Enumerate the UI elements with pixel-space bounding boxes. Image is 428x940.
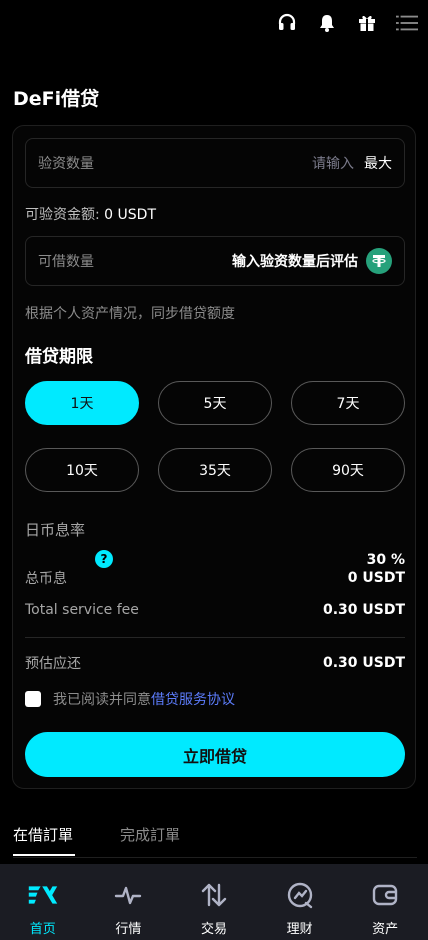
daily-rate-label: 日币息率 ? — [25, 518, 113, 568]
agreement-text: 我已阅读并同意 — [53, 692, 151, 708]
nav-finance-label: 理财 — [286, 922, 313, 937]
agreement-link[interactable]: 借贷服务协议 — [151, 689, 235, 709]
service-fee-row: Total service fee 0.30 USDT — [25, 602, 405, 618]
daily-rate-value: 30 % — [366, 552, 405, 568]
gift-icon[interactable] — [356, 12, 378, 34]
term-option-90d[interactable]: 90天 — [291, 448, 405, 492]
home-logo-icon — [28, 880, 58, 910]
service-fee-value: 0.30 USDT — [322, 602, 405, 618]
service-fee-label: Total service fee — [25, 602, 139, 618]
term-option-35d[interactable]: 35天 — [158, 448, 272, 492]
active-tab-indicator — [13, 854, 75, 856]
headset-icon[interactable] — [276, 12, 298, 34]
collateral-label: 验资数量 — [38, 156, 94, 172]
max-button[interactable]: 最大 — [364, 153, 392, 173]
daily-rate-row: 日币息率 ? 30 % — [25, 518, 405, 568]
borrow-now-button[interactable]: 立即借贷 — [25, 732, 405, 777]
limit-note: 根据个人资产情况，同步借贷额度 — [25, 306, 235, 322]
page-title: DeFi借贷 — [13, 88, 100, 110]
order-tabs: 在借訂單 完成訂單 — [13, 824, 417, 858]
nav-home[interactable]: 首页 — [0, 864, 86, 940]
nav-finance[interactable]: 理财 — [257, 864, 343, 940]
tether-icon — [366, 248, 392, 274]
agreement-row: 我已阅读并同意 借贷服务协议 — [25, 689, 235, 709]
available-value: 0 USDT — [104, 207, 156, 223]
available-label: 可验资金额: — [25, 207, 100, 223]
swap-arrows-icon — [199, 880, 229, 910]
estimated-repay-label: 预估应还 — [25, 656, 81, 672]
estimated-repay-row: 预估应还 0.30 USDT — [25, 653, 405, 673]
top-action-bar — [276, 8, 418, 38]
term-option-10d[interactable]: 10天 — [25, 448, 139, 492]
tab-active-orders[interactable]: 在借訂單 — [13, 824, 73, 845]
divider — [25, 637, 405, 638]
total-interest-row: 总币息 0 USDT — [25, 568, 405, 588]
borrow-amount-field: 可借数量 输入验资数量后评估 — [25, 236, 405, 286]
pulse-icon — [113, 880, 143, 910]
collateral-input[interactable]: 验资数量 请输入 最大 — [25, 138, 405, 188]
term-option-5d[interactable]: 5天 — [158, 381, 272, 425]
daily-rate-label-text: 日币息率 — [25, 521, 86, 539]
loan-form-card: 验资数量 请输入 最大 可验资金额: 0 USDT 可借数量 输入验资数量后评估… — [12, 125, 416, 789]
bell-icon[interactable] — [316, 12, 338, 34]
nav-assets-label: 资产 — [372, 922, 399, 937]
borrow-estimate: 输入验资数量后评估 — [232, 254, 358, 270]
nav-assets[interactable]: 资产 — [342, 864, 428, 940]
available-amount: 可验资金额: 0 USDT — [25, 204, 156, 224]
agreement-checkbox[interactable] — [25, 691, 41, 707]
wallet-icon — [370, 880, 400, 910]
estimated-repay-value: 0.30 USDT — [322, 655, 405, 671]
nav-trade-label: 交易 — [200, 922, 227, 937]
menu-icon[interactable] — [396, 12, 418, 34]
tab-completed-orders[interactable]: 完成訂單 — [120, 824, 180, 845]
term-option-7d[interactable]: 7天 — [291, 381, 405, 425]
nav-home-label: 首页 — [29, 922, 56, 937]
collateral-placeholder: 请输入 — [312, 156, 354, 172]
help-icon[interactable]: ? — [95, 550, 113, 568]
total-interest-label: 总币息 — [25, 571, 67, 587]
nav-trade[interactable]: 交易 — [171, 864, 257, 940]
nav-market[interactable]: 行情 — [86, 864, 172, 940]
borrow-label: 可借数量 — [38, 254, 94, 270]
term-title: 借贷期限 — [25, 347, 93, 367]
term-option-1d[interactable]: 1天 — [25, 381, 139, 425]
nav-market-label: 行情 — [115, 922, 142, 937]
total-interest-value: 0 USDT — [347, 570, 405, 586]
bottom-nav: 首页 行情 交易 理财 资产 — [0, 864, 428, 940]
finance-icon — [285, 880, 315, 910]
